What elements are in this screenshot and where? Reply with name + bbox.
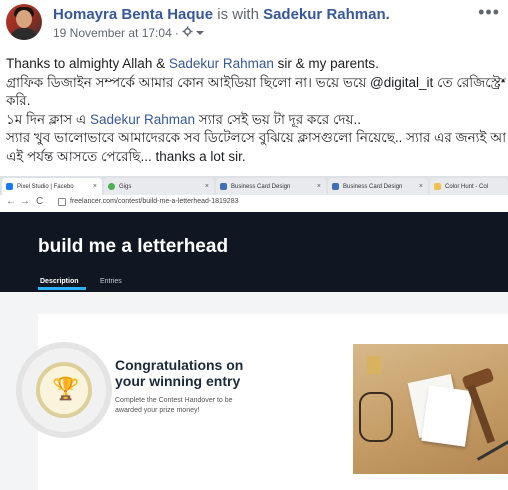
post-timestamp[interactable]: 19 November at 17:04	[53, 26, 172, 40]
forward-arrow-icon[interactable]: →	[20, 196, 30, 207]
post-text: Thanks to almighty Allah & Sadekur Rahma…	[6, 55, 506, 166]
close-icon: ×	[92, 183, 97, 190]
browser-tab[interactable]: Business Card Design ×	[328, 178, 428, 195]
congrats-subtitle: Complete the Contest Handover to be awar…	[115, 397, 233, 414]
reload-icon[interactable]: C	[36, 196, 43, 207]
contest-header: build me a letterhead Description Entrie…	[0, 212, 508, 292]
letterhead-photo	[353, 344, 508, 474]
active-tab-indicator	[38, 287, 86, 290]
attached-screenshot[interactable]: Pixel Studio | Facebo × Gigs × Business Ca…	[0, 176, 508, 490]
with-text: is with	[213, 6, 264, 23]
browser-tab[interactable]: Business Card Design ×	[216, 178, 326, 195]
post-line: স্যার খুব ভালোভাবে আমাদেরকে সব ডিটেলসে ব…	[6, 130, 506, 145]
mention-link[interactable]: Sadekur Rahman	[90, 112, 195, 127]
close-icon: ×	[418, 183, 423, 190]
more-options-button[interactable]: •••	[478, 2, 500, 23]
meta-separator: ·	[174, 26, 179, 40]
tab-description[interactable]: Description	[40, 278, 79, 285]
post-line: এই পর্যন্ত আসতে পেরেছি... thanks a lot s…	[6, 148, 246, 164]
author-line: Homayra Benta Haque is with Sadekur Rahm…	[53, 6, 390, 23]
close-icon: ×	[316, 183, 321, 190]
facebook-post: Homayra Benta Haque is with Sadekur Rahm…	[0, 0, 508, 490]
page-title: build me a letterhead	[38, 236, 229, 257]
post-line: গ্রাফিক ডিজাইন সম্পর্কে আমার কোন আইডিয়া…	[6, 74, 506, 90]
medal-icon: 🏆	[16, 342, 112, 438]
post-line: ১ম দিন ক্লাস এ Sadekur Rahman স্যার সেই …	[6, 111, 361, 127]
avatar[interactable]	[6, 4, 42, 40]
browser-address-bar: ← → C freelancer.com/contest/build-me-a-…	[0, 195, 508, 213]
post-line: Thanks to almighty Allah & Sadekur Rahma…	[6, 56, 379, 71]
post-line: করি.	[6, 93, 31, 108]
tagged-person-link[interactable]: Sadekur Rahman.	[263, 6, 390, 23]
lock-icon	[58, 198, 66, 206]
close-icon: ×	[204, 183, 209, 190]
back-arrow-icon[interactable]: ←	[6, 196, 16, 207]
post-meta: 19 November at 17:04 ·	[53, 26, 204, 40]
congrats-title: Congratulations on your winning entry	[115, 357, 244, 389]
tab-entries[interactable]: Entries	[100, 278, 122, 285]
gear-icon[interactable]	[182, 26, 193, 40]
trophy-icon: 🏆	[52, 376, 80, 401]
browser-tab[interactable]: Gigs ×	[104, 178, 214, 195]
author-name-link[interactable]: Homayra Benta Haque	[53, 6, 213, 23]
mention-link[interactable]: Sadekur Rahman	[169, 56, 274, 71]
winner-card: 🏆 Congratulations on your winning entry …	[16, 314, 508, 490]
browser-tab[interactable]: Pixel Studio | Facebo ×	[2, 178, 102, 195]
chevron-down-icon[interactable]	[195, 26, 204, 40]
url-field[interactable]: freelancer.com/contest/build-me-a-letter…	[70, 198, 239, 205]
browser-tab-bar: Pixel Studio | Facebo × Gigs × Business Ca…	[0, 176, 508, 195]
browser-tab[interactable]: Color Hunt - Col	[430, 178, 508, 195]
post-header: Homayra Benta Haque is with Sadekur Rahm…	[0, 0, 508, 46]
